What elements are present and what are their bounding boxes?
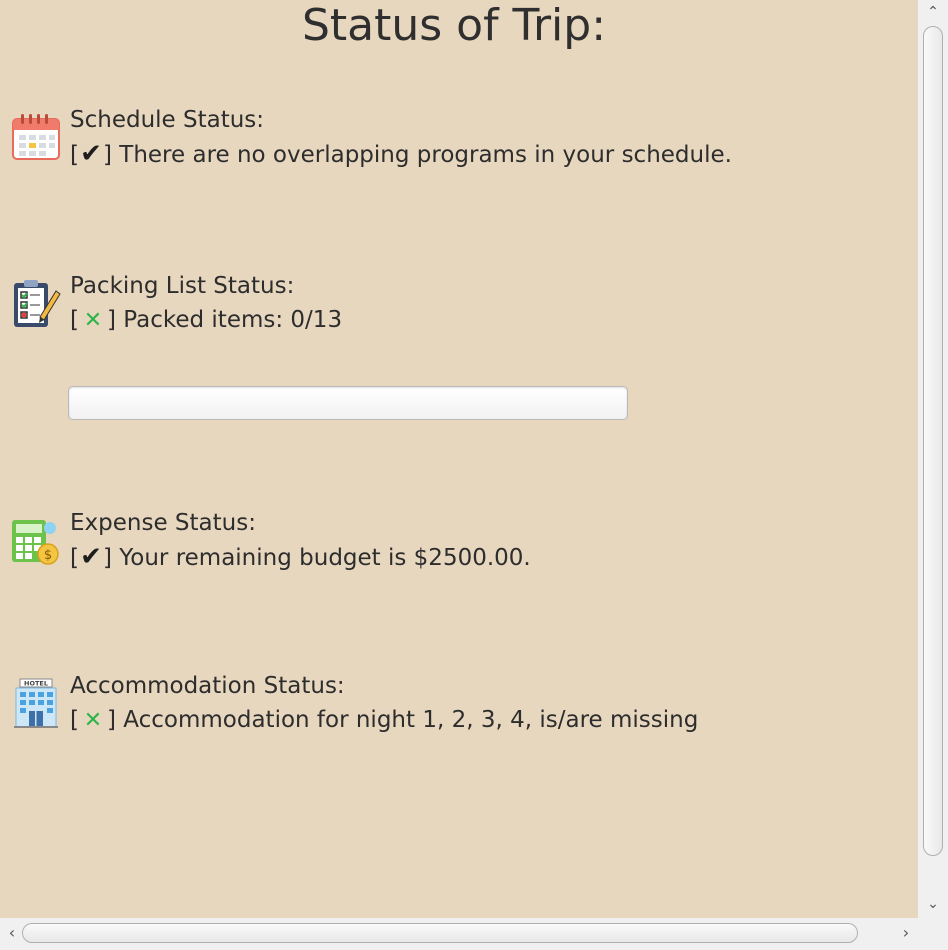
cross-mark-icon: ✕: [83, 308, 103, 333]
expense-status-message: Your remaining budget is $2500.00.: [111, 545, 531, 571]
bracket-close: ]: [106, 307, 116, 333]
vertical-scrollbar[interactable]: ⌃ ⌄: [918, 0, 948, 918]
horizontal-scrollbar[interactable]: ‹ ›: [0, 918, 918, 950]
bracket-open: [: [70, 142, 79, 168]
scrollbar-corner: [918, 918, 948, 950]
calendar-icon: [12, 114, 60, 160]
bracket-open: [: [70, 545, 79, 571]
accommodation-status-label: Accommodation Status:: [70, 673, 345, 699]
accommodation-status-message: Accommodation for night 1, 2, 3, 4, is/a…: [115, 707, 699, 733]
expense-status-label: Expense Status:: [70, 510, 256, 536]
hotel-sign-text: HOTEL: [24, 680, 48, 688]
packing-progress-bar: [68, 386, 628, 420]
status-panel: Status of Trip: Schedule Status: [✔] The…: [0, 0, 918, 918]
schedule-status-message-line: [✔] There are no overlapping programs in…: [70, 137, 732, 172]
cross-mark-icon: ✕: [83, 708, 103, 733]
hotel-icon: HOTEL: [14, 678, 58, 728]
packing-list-status-label: Packing List Status:: [70, 273, 295, 299]
checklist-clipboard-icon: [14, 280, 61, 327]
scroll-right-arrow-icon[interactable]: ›: [894, 918, 918, 950]
bracket-close: ]: [102, 545, 112, 571]
packing-list-status-message-line: [✕] Packed items: 0/13: [70, 303, 342, 338]
vertical-scroll-thumb[interactable]: [923, 26, 943, 856]
packing-list-status-message: Packed items: 0/13: [115, 307, 343, 333]
expense-status-message-line: [✔] Your remaining budget is $2500.00.: [70, 540, 531, 575]
scroll-left-arrow-icon[interactable]: ‹: [0, 918, 24, 950]
page-title: Status of Trip:: [301, 0, 607, 51]
check-mark-icon: ✔: [80, 542, 102, 572]
schedule-status-message: There are no overlapping programs in you…: [111, 142, 732, 168]
bracket-open: [: [70, 707, 79, 733]
scroll-up-arrow-icon[interactable]: ⌃: [918, 0, 948, 24]
svg-text:$: $: [44, 548, 52, 563]
scroll-down-arrow-icon[interactable]: ⌄: [918, 892, 948, 916]
calculator-money-icon: $: [12, 520, 59, 565]
bracket-close: ]: [106, 707, 116, 733]
schedule-status-label: Schedule Status:: [70, 107, 265, 133]
horizontal-scroll-thumb[interactable]: [22, 923, 858, 943]
check-mark-icon: ✔: [80, 139, 102, 169]
bracket-open: [: [70, 307, 79, 333]
bracket-close: ]: [102, 142, 112, 168]
accommodation-status-message-line: [✕] Accommodation for night 1, 2, 3, 4, …: [70, 703, 698, 738]
